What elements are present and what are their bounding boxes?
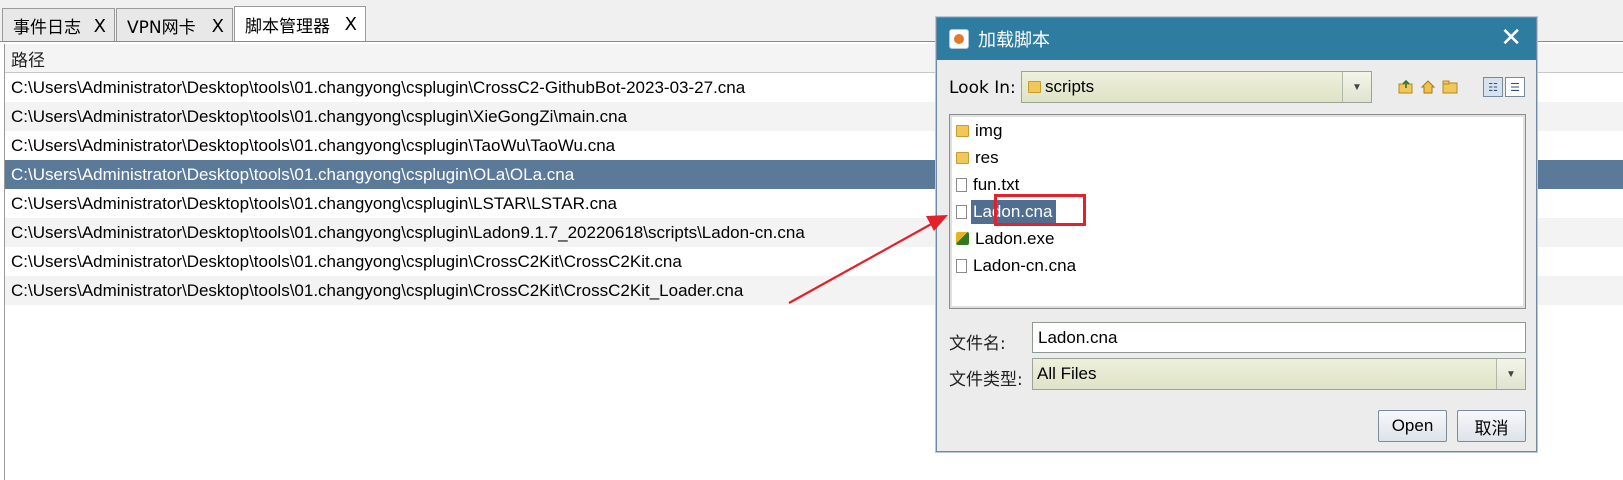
up-folder-button[interactable] [1397, 78, 1415, 96]
filetype-combo[interactable]: All Files ▼ [1032, 358, 1526, 390]
folder-icon [1028, 81, 1041, 93]
chevron-down-icon[interactable]: ▼ [1496, 359, 1525, 389]
file-name: fun.txt [973, 174, 1020, 194]
chevron-down-icon[interactable]: ▼ [1342, 72, 1371, 102]
up-folder-icon [1398, 79, 1413, 94]
list-item-folder[interactable]: res [950, 144, 1525, 171]
look-in-value: scripts [1045, 77, 1095, 96]
list-item-file[interactable]: Ladon.exe [950, 225, 1525, 252]
file-name: Ladon.cna [971, 199, 1057, 224]
file-list[interactable]: img res fun.txt Ladon.cna Ladon.exe Lado… [949, 114, 1526, 309]
tab-label: VPN网卡 [127, 18, 196, 38]
look-in-label: Look In: [949, 78, 1016, 98]
file-icon [956, 204, 967, 219]
tab-vpn[interactable]: VPN网卡 X [116, 8, 233, 42]
file-name: Ladon.exe [975, 228, 1055, 248]
folder-icon [956, 151, 969, 164]
list-item-folder[interactable]: img [950, 117, 1525, 144]
list-view-icon: ☷ [1488, 80, 1498, 94]
filename-input[interactable] [1032, 322, 1526, 353]
home-icon [1420, 80, 1436, 94]
filetype-label: 文件类型: [949, 370, 1023, 390]
home-button[interactable] [1419, 78, 1437, 96]
tab-close-button[interactable]: X [94, 16, 106, 37]
text-file-icon [956, 177, 967, 192]
close-icon[interactable]: ✕ [1500, 24, 1522, 52]
file-icon [956, 258, 967, 273]
list-view-button[interactable]: ☷ [1483, 77, 1503, 97]
details-view-icon: ☰ [1510, 80, 1520, 94]
exe-file-icon [956, 232, 969, 245]
tab-label: 事件日志 [13, 18, 81, 38]
list-item-file-selected[interactable]: Ladon.cna [950, 198, 1525, 225]
load-script-dialog: 加载脚本 ✕ Look In: scripts ▼ ☷ ☰ img res fu… [936, 17, 1537, 452]
new-folder-icon [1442, 80, 1458, 94]
file-name: res [975, 147, 999, 167]
filename-label: 文件名: [949, 334, 1006, 354]
dialog-titlebar[interactable]: 加载脚本 ✕ [937, 18, 1536, 60]
dialog-title: 加载脚本 [978, 30, 1050, 51]
folder-icon [956, 124, 969, 137]
new-folder-button[interactable] [1441, 78, 1459, 96]
tab-label: 脚本管理器 [245, 17, 330, 37]
list-item-file[interactable]: Ladon-cn.cna [950, 252, 1525, 279]
tab-close-button[interactable]: X [345, 14, 357, 35]
cancel-button[interactable]: 取消 [1457, 410, 1526, 442]
details-view-button[interactable]: ☰ [1505, 77, 1525, 97]
tab-script-manager[interactable]: 脚本管理器 X [234, 6, 366, 42]
file-name: img [975, 120, 1003, 140]
look-in-combo[interactable]: scripts ▼ [1021, 71, 1372, 103]
tab-close-button[interactable]: X [212, 16, 224, 37]
open-button[interactable]: Open [1378, 410, 1447, 442]
tab-event-log[interactable]: 事件日志 X [2, 8, 115, 42]
java-app-icon [949, 29, 969, 49]
list-item-file[interactable]: fun.txt [950, 171, 1525, 198]
file-name: Ladon-cn.cna [973, 255, 1077, 275]
filetype-value: All Files [1037, 364, 1097, 383]
